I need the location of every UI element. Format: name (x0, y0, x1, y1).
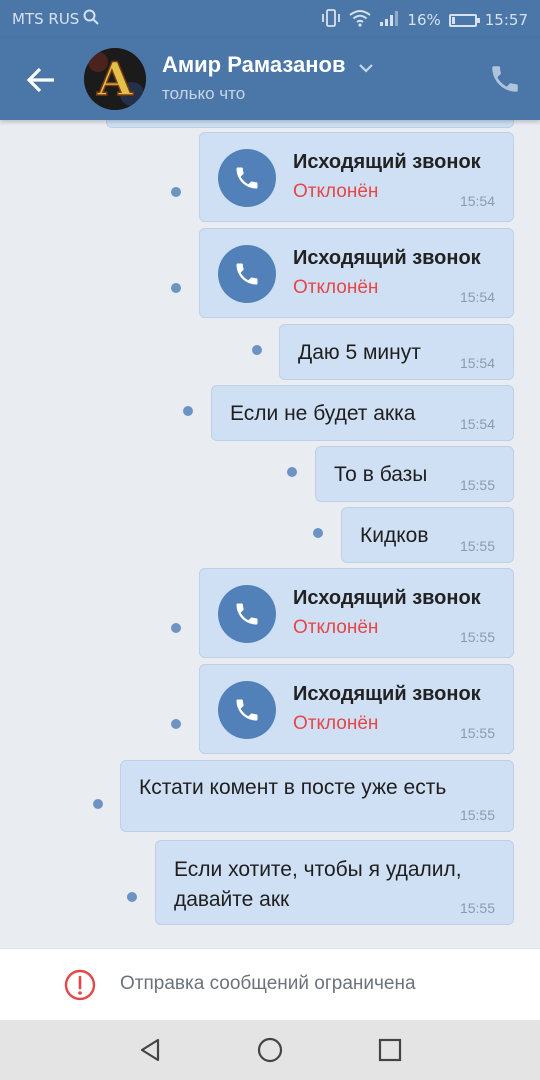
phone-icon (492, 66, 518, 92)
call-message[interactable]: Исходящий звонок Отклонён 15:55 (199, 664, 514, 754)
message-time: 15:54 (459, 193, 495, 209)
call-title: Исходящий звонок (293, 247, 481, 269)
message-text-line-2: давайте акк (174, 888, 290, 911)
clock: 15:57 (484, 11, 528, 29)
warning-icon (64, 969, 96, 1005)
wifi-icon (349, 9, 372, 31)
message-time: 15:55 (459, 807, 495, 823)
message-list[interactable]: Исходящий звонок Отклонён 15:54 Исходящи… (0, 120, 540, 948)
call-status: Отклонён (293, 181, 379, 202)
nav-recents-button[interactable] (376, 1036, 404, 1064)
avatar[interactable]: A (84, 48, 146, 110)
square-recents-icon (378, 1038, 402, 1062)
arrow-left-icon (26, 67, 54, 93)
search-icon (83, 9, 100, 29)
call-message[interactable]: Исходящий звонок Отклонён 15:54 (199, 228, 514, 318)
message-text: Кстати комент в посте уже есть (139, 776, 447, 799)
restriction-label: Отправка сообщений ограничена (120, 973, 416, 994)
message-text: Если не будет акка (230, 402, 416, 425)
unread-dot (313, 528, 323, 538)
phone-icon (218, 585, 276, 643)
phone-icon (218, 245, 276, 303)
message-text-line-1: Если хотите, чтобы я удалил, (174, 858, 462, 881)
call-title: Исходящий звонок (293, 587, 481, 609)
contact-name[interactable]: Амир Рамазанов (162, 52, 374, 79)
unread-dot (287, 467, 297, 477)
message-time: 15:54 (459, 416, 495, 432)
text-message[interactable]: Даю 5 минут 15:54 (279, 324, 514, 380)
unread-dot (171, 719, 181, 729)
text-message[interactable]: Кстати комент в посте уже есть 15:55 (120, 760, 514, 832)
message-text: Кидков (360, 524, 429, 547)
chevron-down-icon[interactable] (358, 53, 374, 79)
vibrate-icon (321, 9, 341, 31)
message-text: Даю 5 минут (298, 341, 421, 364)
unread-dot (171, 283, 181, 293)
unread-dot (127, 892, 137, 902)
message-time: 15:55 (459, 725, 495, 741)
messaging-restricted-bar: Отправка сообщений ограничена (0, 948, 540, 1020)
message-time: 15:55 (459, 900, 495, 916)
svg-text:A: A (96, 52, 134, 106)
signal-icon (379, 10, 399, 30)
message-time: 15:55 (459, 629, 495, 645)
message-bubble-partial (106, 120, 514, 128)
battery-icon (448, 13, 480, 27)
carrier-label: MTS RUS (12, 10, 80, 28)
unread-dot (252, 345, 262, 355)
call-message[interactable]: Исходящий звонок Отклонён 15:54 (199, 132, 514, 222)
text-message[interactable]: То в базы 15:55 (315, 446, 514, 502)
status-bar: MTS RUS 16% 15:57 (0, 0, 540, 38)
triangle-back-icon (140, 1038, 160, 1062)
text-message[interactable]: Если хотите, чтобы я удалил, давайте акк… (155, 840, 514, 925)
contact-name-label: Амир Рамазанов (162, 52, 346, 77)
phone-icon (218, 149, 276, 207)
message-text: То в базы (334, 463, 428, 486)
message-time: 15:55 (459, 477, 495, 493)
text-message[interactable]: Если не будет акка 15:54 (211, 385, 514, 441)
text-message[interactable]: Кидков 15:55 (341, 507, 514, 563)
system-navigation-bar (0, 1020, 540, 1080)
unread-dot (93, 799, 103, 809)
nav-back-button[interactable] (136, 1036, 164, 1064)
call-status: Отклонён (293, 713, 379, 734)
message-time: 15:54 (459, 355, 495, 371)
unread-dot (183, 406, 193, 416)
back-button[interactable] (20, 60, 64, 100)
phone-icon (218, 681, 276, 739)
call-status: Отклонён (293, 617, 379, 638)
call-title: Исходящий звонок (293, 151, 481, 173)
nav-home-button[interactable] (256, 1036, 284, 1064)
call-message[interactable]: Исходящий звонок Отклонён 15:55 (199, 568, 514, 658)
unread-dot (171, 623, 181, 633)
message-time: 15:55 (459, 538, 495, 554)
call-title: Исходящий звонок (293, 683, 481, 705)
call-button[interactable] (488, 62, 522, 96)
unread-dot (171, 187, 181, 197)
chat-header: A Амир Рамазанов только что (0, 38, 540, 120)
circle-home-icon (257, 1037, 283, 1063)
message-time: 15:54 (459, 289, 495, 305)
battery-percent: 16% (407, 11, 441, 29)
presence-status: только что (162, 84, 246, 103)
call-status: Отклонён (293, 277, 379, 298)
